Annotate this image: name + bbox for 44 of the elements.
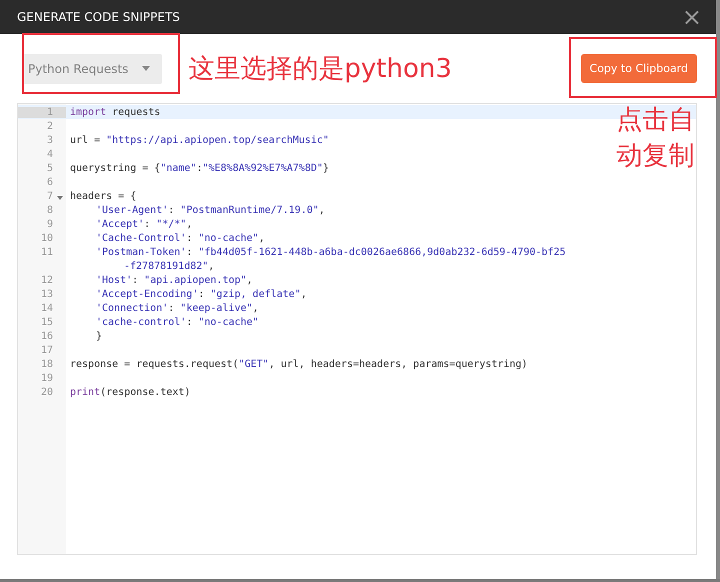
line-number: 6 <box>46 176 53 188</box>
line-number: 5 <box>46 162 53 174</box>
line-number: 2 <box>46 120 53 132</box>
annotation-text: 点击自动复制 <box>616 104 695 173</box>
code-line: -f27878191d82", <box>123 260 214 272</box>
line-number: 7 <box>46 190 53 202</box>
code-line: 'Cache-Control': "no-cache", <box>95 232 265 244</box>
line-number: 8 <box>46 204 53 216</box>
line-number: 18 <box>40 358 53 370</box>
line-number: 3 <box>46 134 53 146</box>
language-dropdown[interactable]: Python Requests <box>22 54 162 84</box>
close-button[interactable]: × <box>678 5 706 29</box>
line-number: 13 <box>40 288 53 300</box>
code-line: 'Host': "api.apiopen.top", <box>95 274 253 286</box>
line-number: 20 <box>40 386 53 398</box>
line-number: 12 <box>40 274 53 286</box>
code-line: querystring = {"name":"%E8%8A%92%E7%A7%8D"} <box>70 162 329 174</box>
line-number: 11 <box>40 246 53 258</box>
line-number: 1 <box>46 106 53 118</box>
caret-icon <box>142 66 150 71</box>
line-number: 15 <box>40 316 53 328</box>
line-number: 4 <box>46 148 53 160</box>
code-line: } <box>95 330 102 342</box>
line-number: 17 <box>40 344 53 356</box>
line-number: 10 <box>40 232 53 244</box>
line-number: 9 <box>46 218 53 230</box>
code-line: 'Postman-Token': "fb44d05f-1621-448b-a6ba-dc0026ae6866,9d0ab232-6d59-4790-bf25 <box>95 246 566 258</box>
code-line: url = "https://api.apiopen.top/searchMusic" <box>70 134 329 146</box>
line-number: 16 <box>40 330 53 342</box>
code-line: 'Accept-Encoding': "gzip, deflate", <box>95 288 307 300</box>
fold-arrow-icon[interactable] <box>57 196 63 200</box>
copy-button[interactable]: Copy to Clipboard <box>580 54 697 83</box>
code-line: response = requests.request("GET", url, headers=headers, params=querystring) <box>70 358 528 370</box>
annotation-text: 这里选择的是python3 <box>188 53 452 86</box>
code-line: 'cache-control': "no-cache" <box>95 316 259 328</box>
line-number: 14 <box>40 302 53 314</box>
line-number: 19 <box>40 372 53 384</box>
code-line: import requests <box>70 106 160 118</box>
code-line: 'User-Agent': "PostmanRuntime/7.19.0", <box>95 204 325 216</box>
code-line: 'Connection': "keep-alive", <box>95 302 259 314</box>
dialog-title: GENERATE CODE SNIPPETS <box>17 10 181 24</box>
code-line: print(response.text) <box>70 386 190 398</box>
code-line: 'Accept': "*/*", <box>95 218 192 230</box>
code-line: headers = { <box>70 190 136 202</box>
